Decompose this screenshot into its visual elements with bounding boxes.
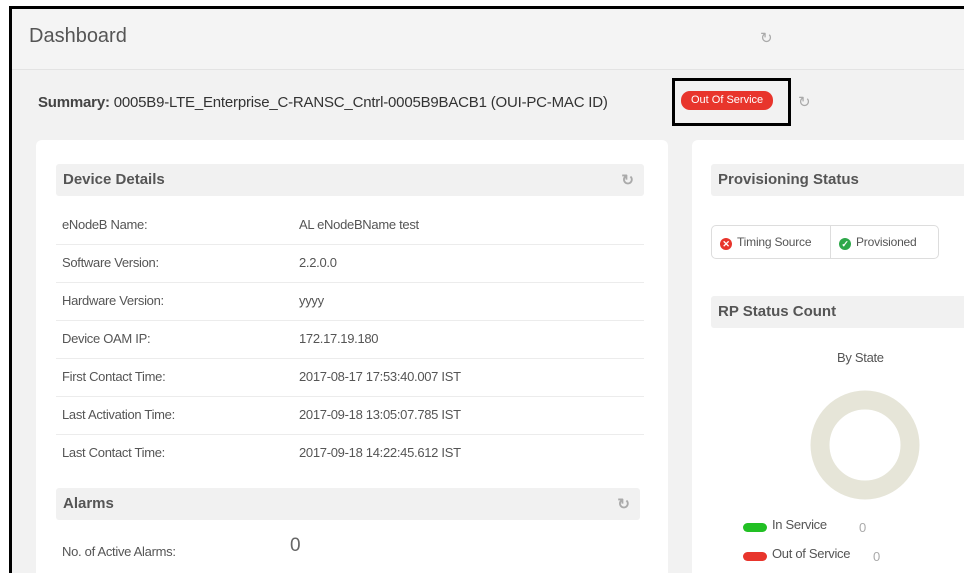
error-icon: ✕ bbox=[720, 238, 732, 250]
summary-text: Summary: 0005B9-LTE_Enterprise_C-RANSC_C… bbox=[38, 94, 608, 111]
detail-value: 2017-09-18 13:05:07.785 IST bbox=[299, 407, 461, 422]
active-alarms-label: No. of Active Alarms: bbox=[62, 544, 176, 559]
timing-source-label: Timing Source bbox=[737, 235, 812, 249]
divider bbox=[830, 226, 831, 258]
alarms-refresh-icon[interactable]: ↻ bbox=[617, 497, 630, 512]
dashboard-header: Dashboard ↻ bbox=[12, 9, 964, 70]
donut-chart bbox=[810, 390, 920, 500]
donut-ring bbox=[810, 390, 920, 500]
device-details-refresh-icon[interactable]: ↻ bbox=[621, 173, 634, 188]
summary-label: Summary: bbox=[38, 94, 110, 111]
detail-row: eNodeB Name: AL eNodeBName test bbox=[56, 206, 644, 245]
detail-label: Software Version: bbox=[62, 255, 159, 270]
active-alarms-count: 0 bbox=[290, 535, 301, 556]
summary-row: Summary: 0005B9-LTE_Enterprise_C-RANSC_C… bbox=[12, 70, 964, 140]
device-details-title: Device Details bbox=[63, 171, 165, 188]
legend-swatch-in-service bbox=[743, 523, 767, 532]
provisioning-title: Provisioning Status bbox=[718, 171, 859, 188]
page-title: Dashboard bbox=[29, 25, 127, 47]
legend-swatch-out-of-service bbox=[743, 552, 767, 561]
detail-label: First Contact Time: bbox=[62, 369, 166, 384]
highlight-box bbox=[672, 78, 791, 126]
legend-label-out-of-service[interactable]: Out of Service bbox=[772, 546, 850, 561]
detail-label: Hardware Version: bbox=[62, 293, 164, 308]
summary-refresh-icon[interactable]: ↻ bbox=[798, 95, 811, 110]
detail-value: 2017-08-17 17:53:40.007 IST bbox=[299, 369, 461, 384]
chart-title: By State bbox=[837, 350, 884, 365]
rp-status-title: RP Status Count bbox=[718, 303, 837, 320]
detail-value: 172.17.19.180 bbox=[299, 331, 379, 346]
detail-value: 2.2.0.0 bbox=[299, 255, 337, 270]
detail-label: eNodeB Name: bbox=[62, 217, 148, 232]
timing-source-status[interactable]: ✕ Timing Source bbox=[720, 226, 812, 258]
detail-row: Last Contact Time: 2017-09-18 14:22:45.6… bbox=[56, 434, 644, 472]
provisioning-status-group: ✕ Timing Source ✓ Provisioned bbox=[711, 225, 939, 259]
provisioning-header: Provisioning Status bbox=[711, 164, 964, 196]
detail-row: Hardware Version: yyyy bbox=[56, 282, 644, 321]
legend-count-in-service: 0 bbox=[859, 520, 867, 535]
provisioned-status[interactable]: ✓ Provisioned bbox=[839, 226, 917, 258]
alarms-title: Alarms bbox=[63, 495, 114, 512]
device-details-card: Device Details ↻ eNodeB Name: AL eNodeBN… bbox=[36, 140, 668, 573]
detail-row: First Contact Time: 2017-08-17 17:53:40.… bbox=[56, 358, 644, 397]
rp-status-header: RP Status Count bbox=[711, 296, 964, 328]
detail-label: Last Activation Time: bbox=[62, 407, 175, 422]
detail-value: 2017-09-18 14:22:45.612 IST bbox=[299, 445, 461, 460]
provisioned-label: Provisioned bbox=[856, 235, 917, 249]
summary-device-id: 0005B9-LTE_Enterprise_C-RANSC_Cntrl-0005… bbox=[113, 94, 608, 111]
detail-value: AL eNodeBName test bbox=[299, 217, 419, 232]
dashboard-frame: Dashboard ↻ Summary: 0005B9-LTE_Enterpri… bbox=[9, 6, 964, 573]
detail-row: Software Version: 2.2.0.0 bbox=[56, 244, 644, 283]
legend-count-out-of-service: 0 bbox=[873, 549, 881, 564]
check-icon: ✓ bbox=[839, 238, 851, 250]
detail-value: yyyy bbox=[299, 293, 324, 308]
detail-row: Last Activation Time: 2017-09-18 13:05:0… bbox=[56, 396, 644, 435]
legend-label-in-service[interactable]: In Service bbox=[772, 517, 827, 532]
detail-row: Device OAM IP: 172.17.19.180 bbox=[56, 320, 644, 359]
detail-label: Last Contact Time: bbox=[62, 445, 165, 460]
detail-label: Device OAM IP: bbox=[62, 331, 151, 346]
alarms-header: Alarms ↻ bbox=[56, 488, 640, 520]
refresh-icon[interactable]: ↻ bbox=[760, 31, 773, 46]
status-card: Provisioning Status ✕ Timing Source ✓ Prov… bbox=[692, 140, 964, 573]
device-details-header: Device Details ↻ bbox=[56, 164, 644, 196]
